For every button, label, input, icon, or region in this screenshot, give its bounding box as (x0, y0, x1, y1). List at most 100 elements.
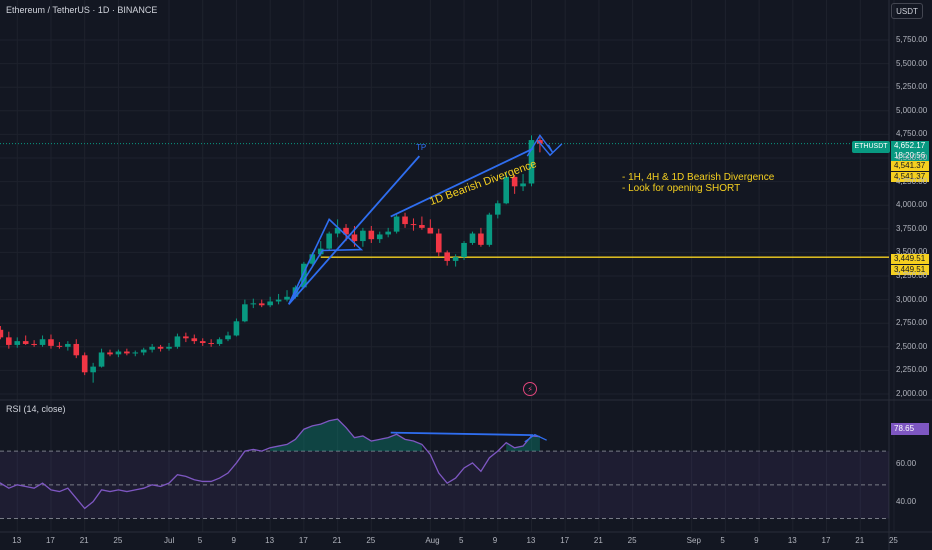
rsi-title: RSI (14, close) (6, 404, 66, 414)
candle-body-17 (124, 351, 130, 354)
candle-body-21 (157, 346, 164, 349)
candle-body-51 (410, 224, 417, 226)
time-tick-label: 13 (787, 536, 797, 545)
time-tick-label: 17 (298, 536, 308, 545)
time-tick-label: 21 (79, 536, 89, 545)
candle-body-35 (275, 299, 282, 302)
last-price-tag: 4,652.17 (891, 141, 929, 151)
candle-body-44 (351, 234, 358, 242)
candle-body-28 (216, 339, 223, 344)
candle-body-25 (191, 338, 198, 342)
time-tick-label: 9 (231, 536, 236, 545)
price-tick-label: 2,500.00 (896, 341, 928, 351)
candle-body-46 (368, 230, 375, 240)
candle-body-52 (419, 225, 425, 228)
candle-body-54 (435, 233, 442, 253)
price-tick-label: 4,250.00 (896, 176, 928, 186)
time-tick-label: 21 (855, 536, 865, 545)
rsi-value-tag: 78.65 (891, 423, 929, 435)
price-tick-label: 2,250.00 (896, 365, 928, 375)
candle-body-31 (242, 304, 248, 322)
tp-projection-line (288, 155, 421, 305)
candle-body-5 (22, 341, 29, 344)
price-tick-label: 5,250.00 (896, 82, 928, 92)
candle-body-16 (115, 351, 122, 355)
candle-body-26 (199, 341, 206, 344)
candle-body-15 (107, 352, 113, 355)
price-tick-label: 3,250.00 (896, 271, 928, 280)
candle-body-47 (376, 234, 383, 240)
candle-body-24 (183, 336, 189, 339)
time-tick-label: Aug (425, 536, 440, 545)
note-line-2: - Look for opening SHORT (622, 183, 741, 194)
time-tick-label: 5 (720, 536, 725, 545)
rsi-tick-40: 40.00 (896, 497, 917, 506)
price-tick-label: 3,500.00 (896, 247, 928, 257)
tp-label: TP (416, 143, 427, 152)
time-tick-label: 5 (197, 536, 203, 545)
time-tick-label: 13 (12, 536, 22, 545)
time-tick-label: 25 (888, 536, 898, 545)
price-tick-label: 4,750.00 (896, 129, 928, 139)
time-tick-label: Sep (686, 536, 701, 545)
time-tick-label: 25 (627, 536, 637, 545)
candle-body-53 (427, 227, 434, 234)
candle-body-12 (81, 355, 88, 373)
currency-button[interactable]: USDT (891, 3, 923, 19)
candle-body-56 (452, 257, 459, 261)
candle-body-2 (0, 329, 4, 338)
note-line-1: - 1H, 4H & 1D Bearish Divergence (622, 172, 775, 183)
candle-body-33 (258, 303, 265, 306)
candle-body-29 (225, 335, 231, 340)
divergence-rsi-line (390, 431, 534, 437)
candle-body-27 (208, 343, 214, 345)
candle-body-20 (149, 346, 155, 350)
candle-body-6 (31, 343, 37, 345)
chart-title: Ethereum / TetherUS · 1D · BINANCE (6, 5, 158, 15)
lightning-icon[interactable]: ⚡ (523, 382, 537, 396)
divergence-price-line (390, 147, 534, 218)
candle-body-48 (385, 231, 391, 235)
candle-body-22 (166, 346, 172, 349)
time-tick-label: 25 (113, 536, 123, 545)
candle-body-58 (469, 233, 476, 243)
candle-body-30 (233, 321, 240, 336)
candle-body-19 (140, 349, 147, 353)
candle-body-57 (461, 242, 467, 258)
candle-body-49 (393, 216, 400, 232)
price-tick-label: 5,000.00 (896, 105, 928, 115)
price-tick-label: 3,750.00 (896, 223, 928, 233)
candle-body-7 (39, 339, 46, 345)
price-tick-label: 2,000.00 (896, 389, 928, 398)
candle-body-9 (56, 345, 63, 347)
price-tick-label: 4,500.00 (896, 153, 928, 162)
time-tick-label: 5 (459, 536, 464, 545)
symbol-tag: ETHUSDT (852, 141, 890, 153)
time-tick-label: 21 (332, 536, 342, 545)
candle-body-59 (478, 233, 484, 245)
time-tick-label: 13 (265, 536, 275, 545)
time-tick-label: 13 (526, 536, 536, 545)
price-tick-label: 2,750.00 (896, 318, 928, 328)
time-tick-label: 9 (754, 536, 759, 545)
candle-body-11 (73, 343, 80, 356)
time-tick-label: 17 (560, 536, 570, 545)
time-tick-label: 17 (45, 536, 55, 545)
time-tick-label: 21 (593, 536, 603, 545)
candle-body-13 (90, 366, 96, 373)
price-tick-label: 3,000.00 (896, 294, 928, 304)
candle-body-45 (360, 230, 366, 242)
candle-body-55 (444, 252, 450, 261)
candle-body-60 (486, 214, 493, 245)
rsi-overbought-fill-2 (506, 435, 540, 452)
time-tick-label: 25 (366, 536, 376, 545)
candle-body-18 (132, 352, 139, 354)
price-tick-label: 4,000.00 (896, 200, 928, 210)
candle-body-32 (250, 303, 257, 305)
candle-body-34 (267, 301, 273, 306)
candle-body-8 (48, 339, 54, 346)
candle-body-3 (6, 337, 12, 345)
upper-level-tag-a: 4,541.37 (891, 161, 929, 171)
candle-body-14 (98, 352, 105, 367)
chart-canvas (0, 0, 932, 550)
